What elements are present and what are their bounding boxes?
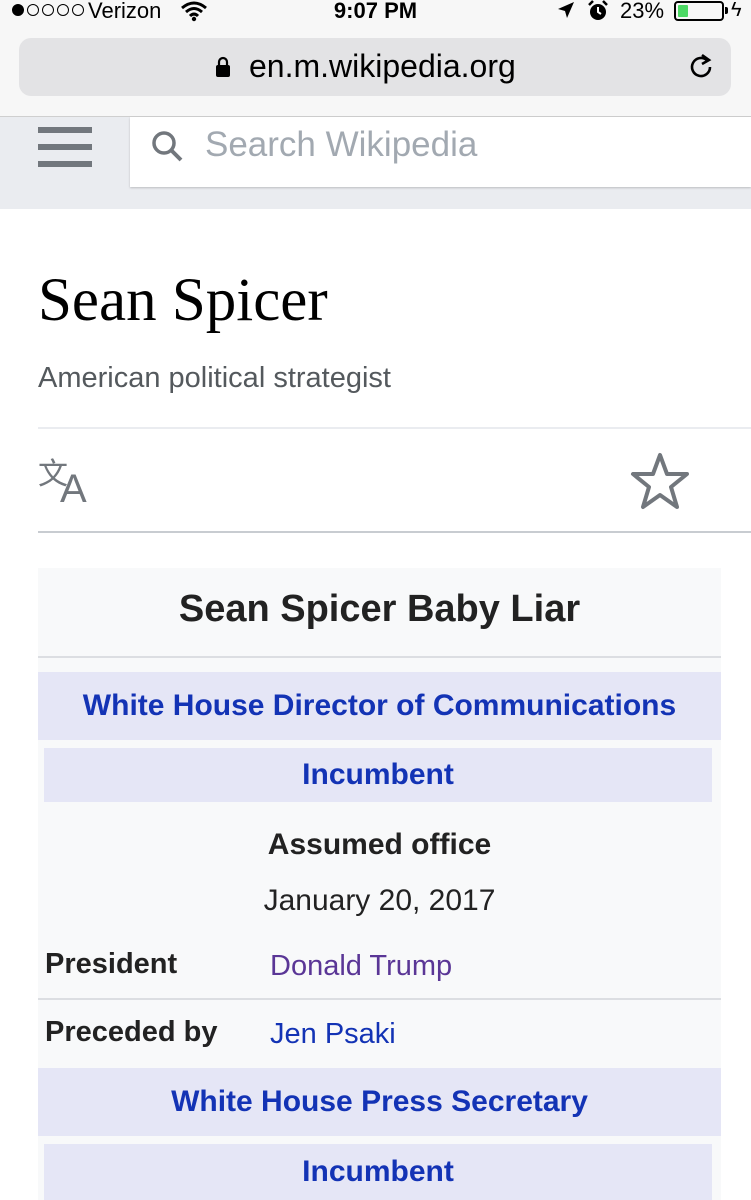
battery-percent: 23% bbox=[620, 0, 665, 23]
battery-level-fill bbox=[678, 5, 688, 17]
preceded-by-label: Preceded by bbox=[45, 1016, 218, 1048]
star-icon[interactable] bbox=[630, 452, 690, 510]
infobox-separator bbox=[38, 656, 721, 658]
president-link[interactable]: Donald Trump bbox=[270, 950, 452, 983]
language-icon[interactable]: 文 A bbox=[38, 456, 102, 506]
office-title-link[interactable]: White House Press Secretary bbox=[38, 1068, 721, 1136]
infobox: Sean Spicer Baby Liar White House Direct… bbox=[38, 568, 721, 1200]
browser-toolbar: en.m.wikipedia.org bbox=[0, 24, 751, 116]
office-title-link[interactable]: White House Director of Communications bbox=[38, 672, 721, 740]
infobox-separator bbox=[38, 998, 721, 1000]
charging-bolt-icon: ϟ bbox=[731, 0, 742, 21]
assumed-office-date: January 20, 2017 bbox=[263, 884, 496, 917]
page-description: American political strategist bbox=[38, 362, 391, 394]
url-text: en.m.wikipedia.org bbox=[249, 48, 516, 84]
reload-icon[interactable] bbox=[686, 52, 716, 82]
page-title: Sean Spicer bbox=[38, 267, 328, 334]
battery-icon bbox=[674, 1, 724, 21]
hamburger-menu-icon[interactable] bbox=[38, 127, 92, 167]
lock-icon bbox=[216, 56, 230, 77]
alarm-clock-icon bbox=[588, 0, 608, 20]
svg-text:A: A bbox=[60, 467, 87, 506]
location-arrow-icon bbox=[558, 2, 574, 18]
address-bar[interactable]: en.m.wikipedia.org bbox=[19, 38, 731, 96]
divider bbox=[38, 427, 751, 429]
wikipedia-header: Search Wikipedia bbox=[0, 117, 751, 209]
office-status-link[interactable]: Incumbent bbox=[44, 1144, 712, 1200]
battery-tip bbox=[725, 7, 728, 14]
preceded-by-link[interactable]: Jen Psaki bbox=[270, 1018, 396, 1051]
divider bbox=[38, 531, 751, 533]
search-placeholder: Search Wikipedia bbox=[205, 125, 478, 164]
infobox-caption: Sean Spicer Baby Liar bbox=[178, 588, 581, 630]
office-status-link[interactable]: Incumbent bbox=[44, 748, 712, 802]
search-input[interactable]: Search Wikipedia bbox=[130, 117, 751, 187]
status-bar: Verizon 9:07 PM 23% ϟ bbox=[0, 0, 751, 24]
search-icon bbox=[152, 131, 183, 162]
assumed-office-label: Assumed office bbox=[267, 828, 492, 861]
president-label: President bbox=[45, 948, 178, 980]
